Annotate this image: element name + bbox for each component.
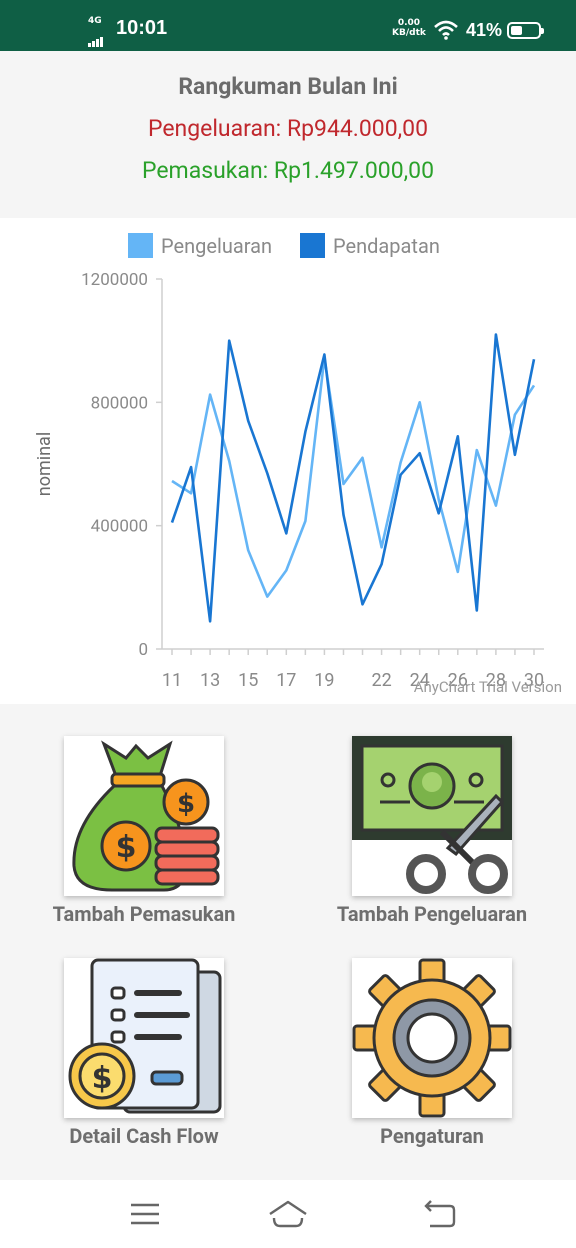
y-tick-label: 400000: [91, 517, 148, 537]
settings-label: Pengaturan: [380, 1124, 484, 1148]
home-icon[interactable]: [268, 1200, 308, 1228]
clock: 10:01: [116, 17, 168, 39]
back-icon[interactable]: [422, 1200, 456, 1228]
add-income-button[interactable]: $ $ Tambah Pemasukan: [14, 736, 274, 936]
legend-swatch-1: [128, 233, 153, 258]
signal-icon: 4G: [86, 16, 108, 47]
chart-svg: 1200000800000400000011 13 15 17 19 22 24 26 28 30…: [34, 233, 562, 696]
cash-flow-label: Detail Cash Flow: [69, 1124, 219, 1148]
y-tick-label: 800000: [91, 393, 148, 413]
network-speed: 0.00 KB/dtk: [392, 18, 426, 38]
y-axis-title: nominal: [34, 432, 55, 496]
y-tick-label: 0: [138, 640, 148, 660]
battery-icon: [507, 22, 544, 39]
navigation-bar: [0, 1180, 576, 1248]
cash-flow-detail-button[interactable]: $ Detail Cash Flow: [14, 958, 274, 1158]
add-expense-button[interactable]: Tambah Pengeluaran: [302, 736, 562, 936]
report-icon: $: [64, 958, 224, 1118]
add-income-label: Tambah Pemasukan: [52, 902, 236, 926]
x-tick-label: 15: [238, 670, 258, 691]
legend-label-2: Pendapatan: [333, 234, 440, 258]
monthly-summary: Rangkuman Bulan Ini Pengeluaran: Rp944.0…: [0, 51, 576, 218]
expense-total: Pengeluaran: Rp944.000,00: [147, 115, 429, 142]
wifi-icon: [434, 20, 458, 40]
y-tick-label: 1200000: [81, 270, 148, 290]
series-line-2: [170, 333, 536, 623]
chart-watermark: AnyChart Trial Version: [414, 678, 562, 696]
svg-text:$: $: [177, 789, 195, 819]
x-tick-label: 13: [200, 670, 220, 691]
settings-button[interactable]: Pengaturan: [302, 958, 562, 1158]
speed-value: 0.00: [397, 18, 421, 28]
x-tick-label: 22: [371, 670, 391, 691]
income-total: Pemasukan: Rp1.497.000,00: [141, 157, 434, 184]
cut-money-icon: [352, 736, 512, 896]
money-bag-icon: $ $: [64, 736, 224, 896]
network-type: 4G: [88, 16, 102, 26]
x-tick-label: 19: [314, 670, 334, 691]
svg-text:$: $: [92, 1061, 113, 1096]
legend-label-1: Pengeluaran: [161, 234, 272, 258]
x-tick-label: 11: [162, 670, 182, 691]
legend-swatch-2: [300, 233, 325, 258]
svg-text:$: $: [116, 830, 137, 865]
battery-percent: 41%: [466, 20, 503, 40]
status-bar: 4G 10:01 0.00 KB/dtk 41%: [0, 0, 576, 51]
speed-unit: KB/dtk: [392, 28, 426, 38]
add-expense-label: Tambah Pengeluaran: [336, 902, 528, 926]
cashflow-chart[interactable]: 1200000 800000 400000 0 11 13 15 17 19 22 24 26 28 30…: [0, 218, 576, 704]
summary-title: Rangkuman Bulan Ini: [178, 73, 398, 100]
main-menu: $ $ Tambah Pemasukan Tambah Pengeluaran …: [0, 704, 576, 1180]
menu-icon[interactable]: [130, 1202, 160, 1226]
x-tick-label: 17: [276, 670, 296, 691]
gear-icon: [352, 958, 512, 1118]
